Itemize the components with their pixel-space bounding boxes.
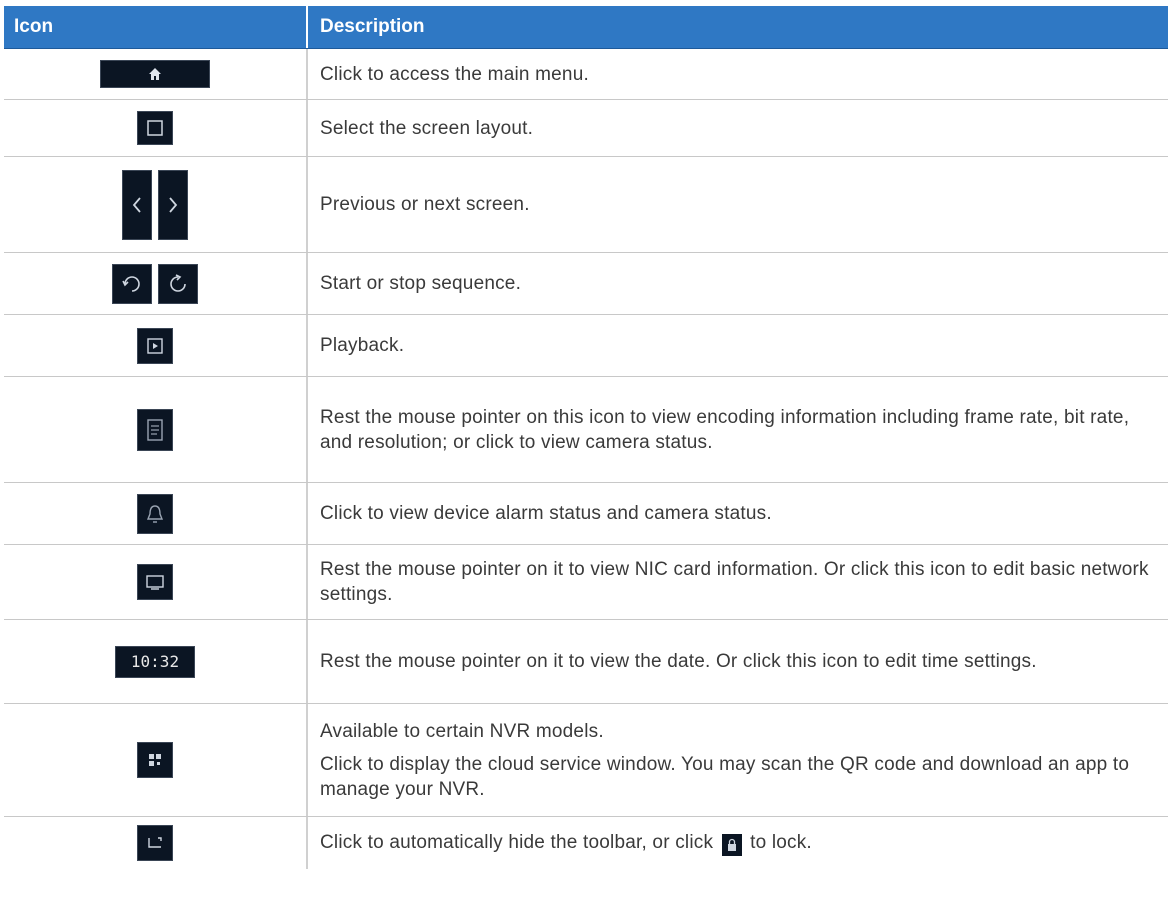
home-icon (100, 60, 210, 88)
table-row: Rest the mouse pointer on it to view NIC… (4, 545, 1168, 620)
table-row: Start or stop sequence. (4, 253, 1168, 315)
description-cell: Previous or next screen. (308, 157, 1168, 252)
description-text: Rest the mouse pointer on this icon to v… (320, 406, 1130, 453)
table-row: Playback. (4, 315, 1168, 377)
description-cell: Click to automatically hide the toolbar,… (308, 817, 1168, 869)
stop-sequence-icon (158, 263, 198, 304)
auto-hide-toolbar-icon (137, 825, 173, 861)
start-sequence-icon (112, 263, 152, 304)
description-cell: Click to access the main menu. (308, 49, 1168, 99)
clock-icon: 10:32 (115, 645, 195, 678)
table-row: Rest the mouse pointer on this icon to v… (4, 377, 1168, 483)
description-cell: Start or stop sequence. (308, 253, 1168, 314)
table-header: Icon Description (4, 6, 1168, 49)
table-row: Select the screen layout. (4, 100, 1168, 157)
description-cell: Select the screen layout. (308, 100, 1168, 156)
description-cell: Rest the mouse pointer on this icon to v… (308, 377, 1168, 482)
icon-cell (4, 253, 308, 314)
description-text: Start or stop sequence. (320, 273, 522, 294)
description-text: Click to display the cloud service windo… (320, 753, 1130, 800)
alarm-status-icon (137, 493, 173, 534)
description-cell: Available to certain NVR models. Click t… (308, 704, 1168, 816)
icon-cell (4, 157, 308, 252)
table-row: 10:32 Rest the mouse pointer on it to vi… (4, 620, 1168, 704)
description-text: Previous or next screen. (320, 194, 530, 215)
description-text: Available to certain NVR models. (320, 720, 604, 742)
description-cell: Playback. (308, 315, 1168, 376)
playback-icon (137, 327, 173, 364)
table-row: Available to certain NVR models. Click t… (4, 704, 1168, 817)
icon-cell (4, 49, 308, 99)
next-screen-icon (158, 169, 188, 240)
encoding-info-icon (137, 408, 173, 451)
description-text: Playback. (320, 335, 405, 356)
description-text: Rest the mouse pointer on it to view the… (320, 651, 1037, 672)
description-cell: Rest the mouse pointer on it to view NIC… (308, 545, 1168, 619)
description-text: Select the screen layout. (320, 117, 534, 139)
icon-cell (4, 315, 308, 376)
header-description-column: Description (320, 16, 425, 37)
description-cell: Click to view device alarm status and ca… (308, 483, 1168, 544)
description-text: Click to view device alarm status and ca… (320, 503, 772, 524)
icon-cell (4, 377, 308, 482)
description-text: Click to access the main menu. (320, 63, 589, 85)
table-row: Click to automatically hide the toolbar,… (4, 817, 1168, 869)
cloud-service-icon (137, 742, 173, 778)
header-icon-column: Icon (4, 6, 308, 48)
description-text-after: to lock. (750, 832, 812, 853)
table-row: Click to access the main menu. (4, 49, 1168, 100)
icon-cell (4, 817, 308, 869)
network-icon (137, 564, 173, 600)
table-row: Previous or next screen. (4, 157, 1168, 253)
previous-screen-icon (122, 169, 152, 240)
description-text: Click to automatically hide the toolbar,… (320, 830, 1156, 856)
icon-description-table: Icon Description Click to access the mai… (4, 6, 1168, 869)
lock-icon (721, 834, 742, 856)
icon-cell (4, 483, 308, 544)
icon-cell (4, 704, 308, 816)
description-text-before: Click to automatically hide the toolbar,… (320, 832, 714, 853)
icon-cell: 10:32 (4, 620, 308, 703)
description-cell: Rest the mouse pointer on it to view the… (308, 620, 1168, 703)
icon-cell (4, 100, 308, 156)
icon-cell (4, 545, 308, 619)
screen-layout-icon (137, 111, 173, 145)
description-text: Rest the mouse pointer on it to view NIC… (320, 559, 1149, 605)
table-row: Click to view device alarm status and ca… (4, 483, 1168, 545)
